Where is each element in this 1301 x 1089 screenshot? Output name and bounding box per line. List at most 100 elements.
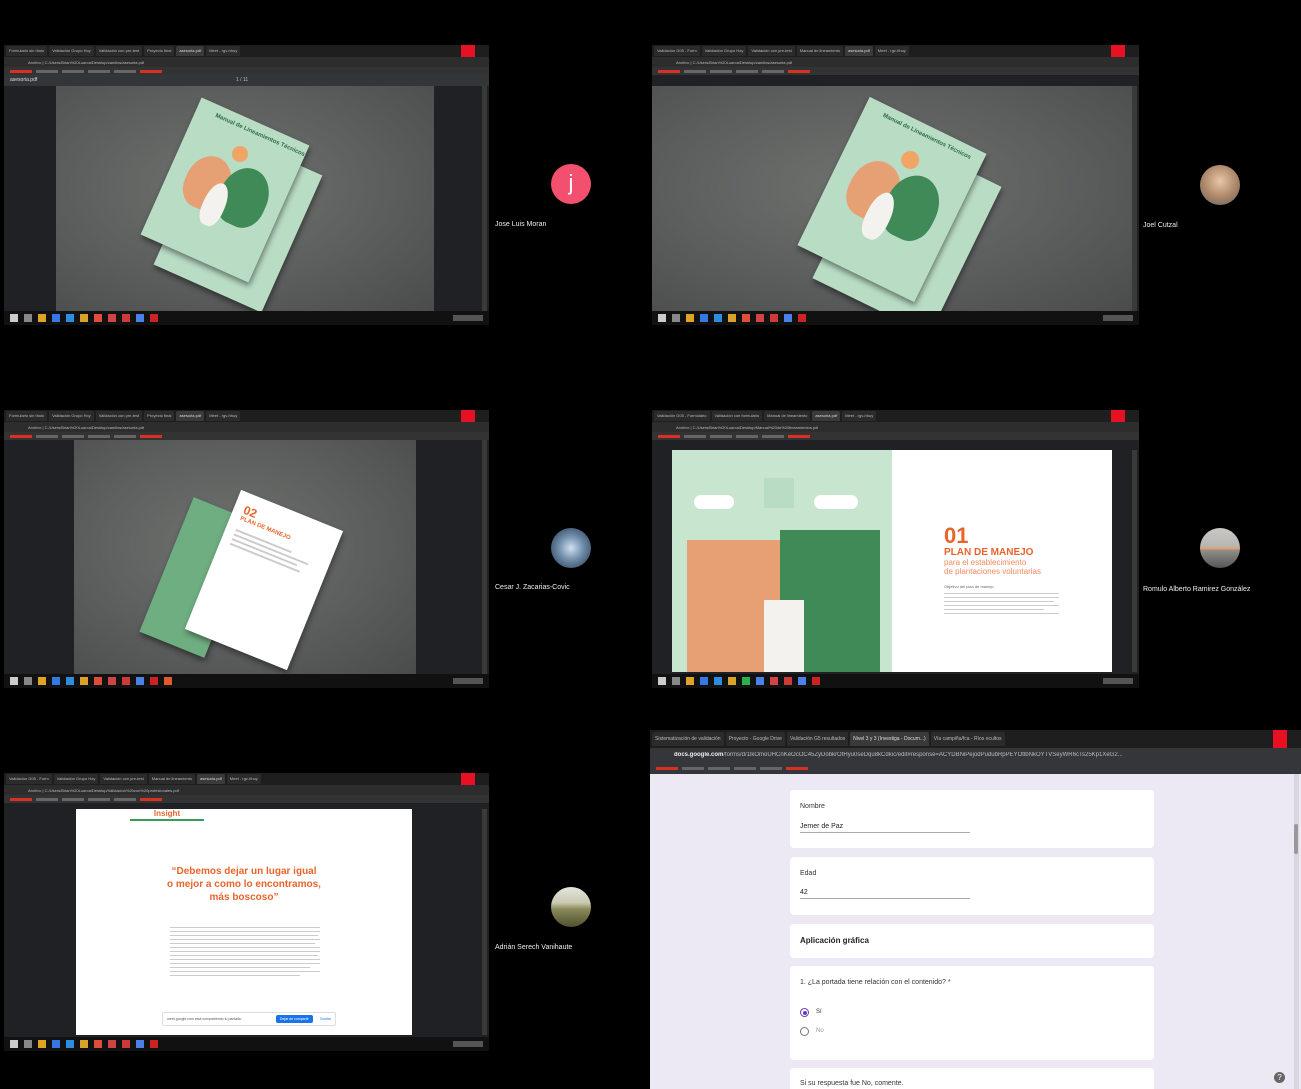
participant-name: Romulo Alberto Ramirez González — [1143, 586, 1251, 593]
form-question-name: Nombre Jemer de Paz — [790, 790, 1154, 848]
browser-tab[interactable]: Validación G05 - Formulario — [654, 411, 710, 421]
shared-screen: Formulario sin título Validación Grupo H… — [4, 410, 489, 688]
pdf-spread-right: 01 PLAN DE MANEJO para el establecimient… — [892, 450, 1112, 672]
bookmarks-bar — [4, 795, 489, 803]
participant-tile-2[interactable]: Validación G05 - Form Validación Grupo H… — [650, 0, 1301, 360]
browser-tab[interactable]: Proyecto final — [144, 46, 175, 56]
close-window-button[interactable] — [1273, 730, 1287, 748]
question-label: Nombre — [800, 803, 825, 810]
address-bar[interactable]: Archivo | C:/Users/Brian%20Luarca/Deskto… — [652, 422, 1139, 432]
browser-tab-bar: Sistematización de validación Proyecto -… — [650, 730, 1301, 748]
radio-no[interactable] — [800, 1027, 809, 1036]
browser-tab[interactable]: Validación con pre-test — [95, 411, 143, 421]
section-title: Aplicación gráfica — [800, 936, 869, 945]
address-bar[interactable]: Archivo | C:/Users/Brian%20Luarca/Deskto… — [4, 422, 489, 432]
browser-tab[interactable]: Manual de lineamiento — [764, 411, 811, 421]
chapter-subtitle-1: para el establecimiento — [944, 558, 1027, 567]
browser-tab[interactable]: Validación con pre-test — [100, 774, 147, 784]
browser-tab[interactable]: Validación G5 resultados — [786, 732, 849, 746]
browser-tab[interactable]: Validación Grupo Hoy — [49, 46, 94, 56]
browser-tab[interactable]: Manual de lineamiento — [796, 46, 843, 56]
windows-taskbar — [652, 674, 1139, 688]
bookmarks-bar — [650, 762, 1301, 774]
radio-yes[interactable] — [800, 1008, 809, 1017]
browser-tab-bar: Formulario sin título Validación Grupo H… — [4, 410, 489, 422]
pdf-page: Insight “Debemos dejar un lugar igual o … — [76, 809, 412, 1035]
option-label-no: No — [816, 1028, 824, 1034]
shared-screen: Sistematización de validación Proyecto -… — [650, 730, 1301, 1089]
shared-screen: Validación G05 - Form Validación Grupo H… — [652, 45, 1139, 325]
browser-tab[interactable]: Proyecto - Google Drive — [725, 732, 785, 746]
browser-tab[interactable]: asesoria.pdf — [197, 774, 225, 784]
bookmarks-bar — [652, 432, 1139, 440]
browser-tab[interactable]: Meet - rgv-hhuy — [874, 46, 909, 56]
participant-tile-3[interactable]: Formulario sin título Validación Grupo H… — [0, 360, 650, 720]
browser-tab[interactable]: Meet - rgv-hhuy — [842, 411, 877, 421]
windows-taskbar — [4, 311, 489, 325]
shared-screen: Validación G05 - Formulario Validación c… — [652, 410, 1139, 688]
browser-tab[interactable]: Formulario sin título — [6, 46, 48, 56]
browser-tab[interactable]: Validación Grupo Hoy — [49, 411, 94, 421]
participant-avatar — [1200, 165, 1240, 205]
pdf-spread-left — [672, 450, 892, 672]
answer-value: 42 — [800, 889, 808, 896]
close-window-button[interactable] — [1111, 45, 1125, 57]
help-icon[interactable]: ? — [1274, 1072, 1285, 1083]
browser-tab[interactable]: Meet - rgv-hhuy — [206, 46, 241, 56]
address-bar[interactable]: Archivo | C:/Users/Brian%20Luarca/Deskto… — [4, 57, 489, 67]
participant-tile-1[interactable]: Formulario sin título Validación Grupo H… — [0, 0, 650, 360]
browser-tab[interactable]: Validación con pre-test — [748, 46, 795, 56]
close-window-button[interactable] — [461, 45, 475, 57]
browser-tab-bar: Formulario sin título Validación Grupo H… — [4, 45, 489, 57]
question-label: 1. ¿La portada tiene relación con el con… — [800, 979, 951, 986]
shared-screen: Validación G05 - Form Validación Grupo H… — [4, 773, 489, 1051]
scroll-thumb[interactable] — [1294, 824, 1298, 854]
participant-tile-4[interactable]: Validación G05 - Formulario Validación c… — [650, 360, 1301, 720]
browser-tab[interactable]: Formulario sin título — [6, 411, 48, 421]
page-header: Insight — [130, 809, 204, 821]
browser-tab[interactable]: Validación Grupo Hoy — [53, 774, 99, 784]
close-window-button[interactable] — [461, 773, 475, 785]
participant-tile-5[interactable]: Validación G05 - Form Validación Grupo H… — [0, 720, 650, 1089]
browser-tab[interactable]: Validación con pre-test — [95, 46, 143, 56]
participant-name: Jose Luis Moran — [495, 221, 547, 228]
section-heading: Objetivo del plan de manejo — [944, 584, 994, 589]
address-bar[interactable]: docs.google.com /forms/d/1lkOmoUHCnKeOcO… — [650, 748, 1301, 762]
browser-tab[interactable]: asesoria.pdf — [845, 46, 873, 56]
browser-tab[interactable]: Meet - rgv-hhuy — [206, 411, 241, 421]
browser-tab[interactable]: Validación G05 - Form — [654, 46, 700, 56]
chapter-subtitle-2: de plantaciones voluntarias — [944, 567, 1041, 576]
browser-tab[interactable]: Validación G05 - Form — [6, 774, 52, 784]
participant-tile-6-presentation[interactable]: Sistematización de validación Proyecto -… — [650, 720, 1301, 1089]
browser-tab[interactable]: Proyecto final — [144, 411, 175, 421]
browser-tab-bar: Validación G05 - Formulario Validación c… — [652, 410, 1139, 422]
stop-sharing-button[interactable]: Dejar de compartir — [275, 1015, 313, 1023]
close-window-button[interactable] — [461, 410, 475, 422]
browser-tab[interactable]: Manual de lineamiento — [148, 774, 195, 784]
browser-tab[interactable]: Nivel 3 y 3 (Investiga - Docum...) — [850, 732, 929, 746]
close-window-button[interactable] — [1111, 410, 1125, 422]
screen-share-notice: meet.google.com está compartiendo tu pan… — [162, 1012, 336, 1026]
quote-line-3: más boscoso” — [209, 892, 279, 903]
browser-tab[interactable]: asesoria.pdf — [176, 411, 205, 421]
chapter-heading: PLAN DE MANEJO — [944, 547, 1034, 558]
quote-line-1: “Debemos dejar un lugar igual — [171, 866, 317, 877]
address-bar[interactable]: Archivo | C:/Users/Brian%20Luarca/Deskto… — [4, 785, 489, 795]
participant-avatar — [551, 528, 591, 568]
pdf-file-name: asesoria.pdf — [10, 77, 38, 83]
participant-avatar: j — [551, 164, 591, 204]
browser-tab[interactable]: Validación con formulario — [711, 411, 763, 421]
browser-tab[interactable]: Meet - rgv-hhuy — [226, 774, 261, 784]
address-bar[interactable]: Archivo | C:/Users/Brian%20Luarca/Deskto… — [652, 57, 1139, 67]
browser-tab[interactable]: asesoria.pdf — [812, 411, 841, 421]
browser-tab[interactable]: Sistematización de validación — [652, 732, 724, 746]
question-label: Edad — [800, 870, 817, 877]
shared-screen: Formulario sin título Validación Grupo H… — [4, 45, 489, 325]
browser-tab[interactable]: asesoria.pdf — [176, 46, 205, 56]
pdf-page-indicator: 1 / 11 — [236, 77, 249, 83]
browser-tab[interactable]: Vía campiña/fca - Ríos ocultos — [930, 732, 1005, 746]
browser-tab[interactable]: Validación Grupo Hoy — [701, 46, 747, 56]
form-question-cover: 1. ¿La portada tiene relación con el con… — [790, 966, 1154, 1060]
form-question-comment: Si su respuesta fue No, comente. — [790, 1068, 1154, 1089]
hide-button[interactable]: Ocultar — [316, 1015, 335, 1023]
